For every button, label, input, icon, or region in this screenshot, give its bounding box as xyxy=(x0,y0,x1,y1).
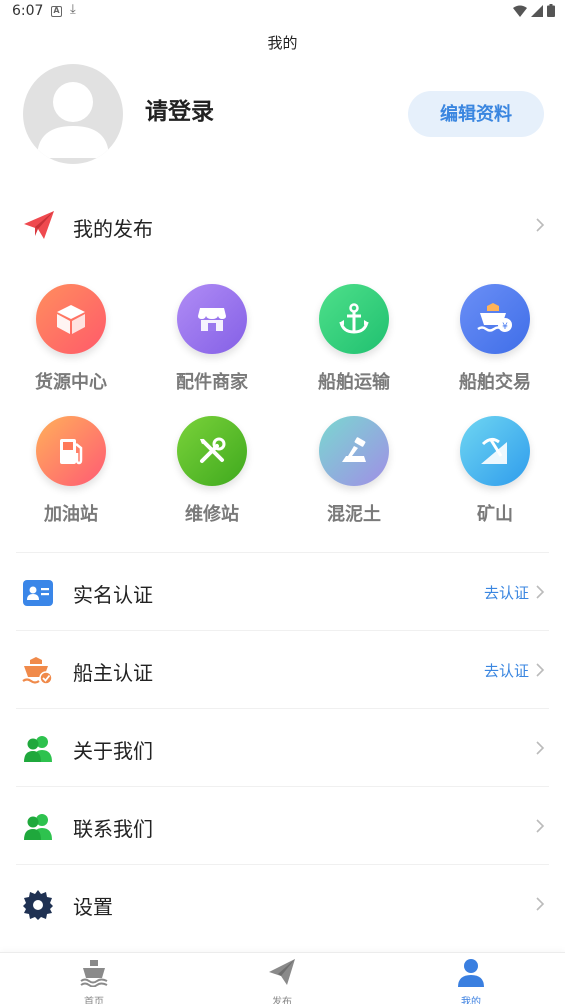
tab-label: 首页 xyxy=(84,997,104,1004)
verify-link[interactable]: 去认证 xyxy=(484,582,529,603)
list-label: 船主认证 xyxy=(73,661,153,685)
fuel-icon xyxy=(36,416,106,486)
chevron-right-icon xyxy=(535,662,545,678)
paper-plane-icon xyxy=(24,211,54,239)
grid-label: 船舶运输 xyxy=(318,372,390,393)
chevron-right-icon xyxy=(535,740,545,756)
status-bar: 6:07 A ⤓ xyxy=(0,0,565,24)
avatar[interactable] xyxy=(23,64,123,164)
grid-label: 船舶交易 xyxy=(459,372,531,393)
tab-mine[interactable]: 我的 xyxy=(377,953,565,1004)
person-icon xyxy=(458,959,484,987)
trowel-icon xyxy=(319,416,389,486)
chevron-right-icon xyxy=(535,818,545,834)
box-icon xyxy=(36,284,106,354)
list-label: 联系我们 xyxy=(73,817,153,841)
store-icon xyxy=(177,284,247,354)
default-avatar-icon xyxy=(37,82,109,158)
paper-plane-icon xyxy=(269,959,295,985)
notification-a-icon: A xyxy=(51,6,62,17)
tab-home[interactable]: 首页 xyxy=(0,953,188,1004)
gear-icon xyxy=(23,890,53,920)
wifi-icon xyxy=(513,5,527,17)
grid-label: 矿山 xyxy=(477,504,513,525)
settings-list: 实名认证 去认证 船主认证 去认证 关于我们 联系我们 设置 xyxy=(16,552,549,942)
list-item-real-name[interactable]: 实名认证 去认证 xyxy=(16,552,549,630)
bottom-tab-bar: 首页 发布 我的 xyxy=(0,952,565,1004)
grid-item-ship-trade[interactable]: ¥ 船舶交易 xyxy=(435,284,555,394)
login-prompt[interactable]: 请登录 xyxy=(145,92,214,126)
chevron-right-icon xyxy=(535,584,545,600)
grid-item-parts[interactable]: 配件商家 xyxy=(152,284,272,394)
tab-publish[interactable]: 发布 xyxy=(188,953,376,1004)
tools-icon xyxy=(177,416,247,486)
edit-profile-button[interactable]: 编辑资料 xyxy=(408,91,544,137)
list-item-about-us[interactable]: 关于我们 xyxy=(16,708,549,786)
grid-label: 维修站 xyxy=(185,504,239,525)
download-icon: ⤓ xyxy=(70,2,76,17)
anchor-icon xyxy=(319,284,389,354)
my-publish-row[interactable]: 我的发布 xyxy=(0,200,565,252)
svg-text:¥: ¥ xyxy=(502,322,508,332)
list-item-ship-owner[interactable]: 船主认证 去认证 xyxy=(16,630,549,708)
status-indicators xyxy=(513,4,555,17)
list-label: 关于我们 xyxy=(73,739,153,763)
chevron-right-icon xyxy=(535,896,545,912)
id-card-icon xyxy=(23,580,53,606)
tab-label: 我的 xyxy=(461,997,481,1004)
grid-item-shipping[interactable]: 船舶运输 xyxy=(294,284,414,394)
verify-link[interactable]: 去认证 xyxy=(484,660,529,681)
grid-item-mine[interactable]: 矿山 xyxy=(435,416,555,526)
users-icon xyxy=(24,736,52,762)
my-publish-label: 我的发布 xyxy=(73,217,153,241)
ship-owner-icon xyxy=(22,657,53,685)
chevron-right-icon xyxy=(535,217,545,233)
status-time: 6:07 xyxy=(12,3,44,19)
grid-item-repair[interactable]: 维修站 xyxy=(152,416,272,526)
list-label: 实名认证 xyxy=(73,583,153,607)
grid-label: 货源中心 xyxy=(35,372,107,393)
list-label: 设置 xyxy=(73,895,113,919)
grid-label: 配件商家 xyxy=(176,372,248,393)
users-icon xyxy=(24,814,52,840)
ship-home-icon xyxy=(80,960,108,988)
ship-trade-icon: ¥ xyxy=(460,284,530,354)
grid-label: 加油站 xyxy=(44,504,98,525)
grid-item-concrete[interactable]: 混泥土 xyxy=(294,416,414,526)
battery-icon xyxy=(547,4,555,17)
tab-label: 发布 xyxy=(272,997,292,1004)
list-item-contact-us[interactable]: 联系我们 xyxy=(16,786,549,864)
pickaxe-icon xyxy=(460,416,530,486)
grid-item-fuel[interactable]: 加油站 xyxy=(11,416,131,526)
signal-icon xyxy=(531,4,543,17)
grid-label: 混泥土 xyxy=(327,504,381,525)
grid-item-cargo[interactable]: 货源中心 xyxy=(11,284,131,394)
list-item-settings[interactable]: 设置 xyxy=(16,864,549,942)
page-title: 我的 xyxy=(267,34,298,52)
